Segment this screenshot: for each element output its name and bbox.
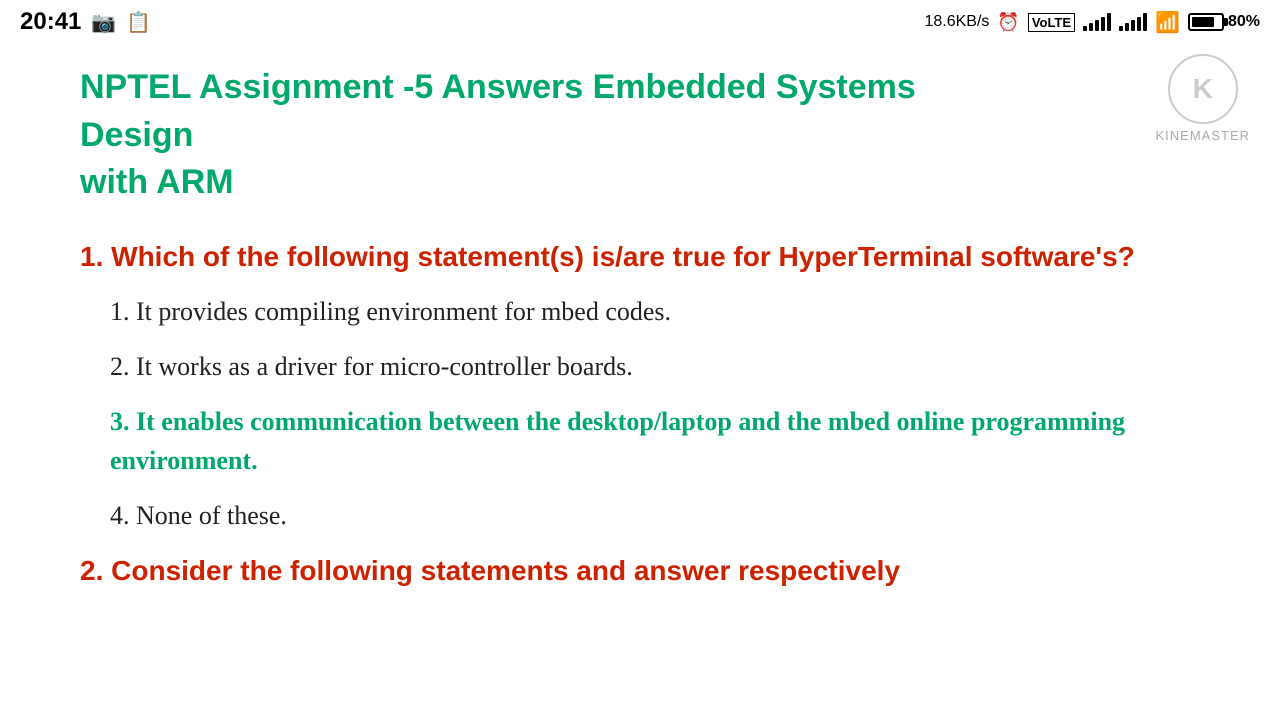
question-1: 1. Which of the following statement(s) i… (80, 237, 1200, 535)
answers-list-1: 1. It provides compiling environment for… (80, 292, 1200, 535)
volte-icon: VoLTE (1028, 13, 1075, 32)
calendar-icon: 📋 (126, 10, 151, 35)
wifi-icon: 📶 (1155, 10, 1180, 35)
answer-1-1: 1. It provides compiling environment for… (110, 292, 1200, 331)
battery-percent: 80% (1228, 13, 1260, 31)
status-bar: 20:41 📷 📋 18.6KB/s ⏰ VoLTE 📶 80% (0, 0, 1280, 44)
page-title: NPTEL Assignment -5 Answers Embedded Sys… (80, 64, 1030, 207)
alarm-icon: ⏰ (997, 12, 1019, 33)
battery-icon (1188, 13, 1224, 31)
answer-1-3: 3. It enables communication between the … (110, 402, 1200, 480)
kinemaster-label: KINEMASTER (1155, 128, 1250, 143)
camera-icon: 📷 (91, 10, 116, 35)
questions-list: 1. Which of the following statement(s) i… (80, 237, 1200, 535)
signal-icon-1 (1083, 13, 1111, 31)
battery-fill (1192, 17, 1214, 27)
status-left: 20:41 📷 📋 (20, 8, 151, 36)
status-right: 18.6KB/s ⏰ VoLTE 📶 80% (924, 10, 1260, 35)
question-2-partial: 2. Consider the following statements and… (80, 555, 1200, 587)
answer-1-4: 4. None of these. (110, 496, 1200, 535)
network-speed: 18.6KB/s (924, 13, 989, 31)
time-display: 20:41 (20, 8, 81, 36)
question-1-text: 1. Which of the following statement(s) i… (80, 237, 1200, 276)
battery-container: 80% (1188, 13, 1260, 31)
kinemaster-circle: K (1168, 54, 1238, 124)
kinemaster-logo: K KINEMASTER (1155, 54, 1250, 143)
answer-1-2: 2. It works as a driver for micro-contro… (110, 347, 1200, 386)
main-content: K KINEMASTER NPTEL Assignment -5 Answers… (0, 44, 1280, 607)
signal-icon-2 (1119, 13, 1147, 31)
